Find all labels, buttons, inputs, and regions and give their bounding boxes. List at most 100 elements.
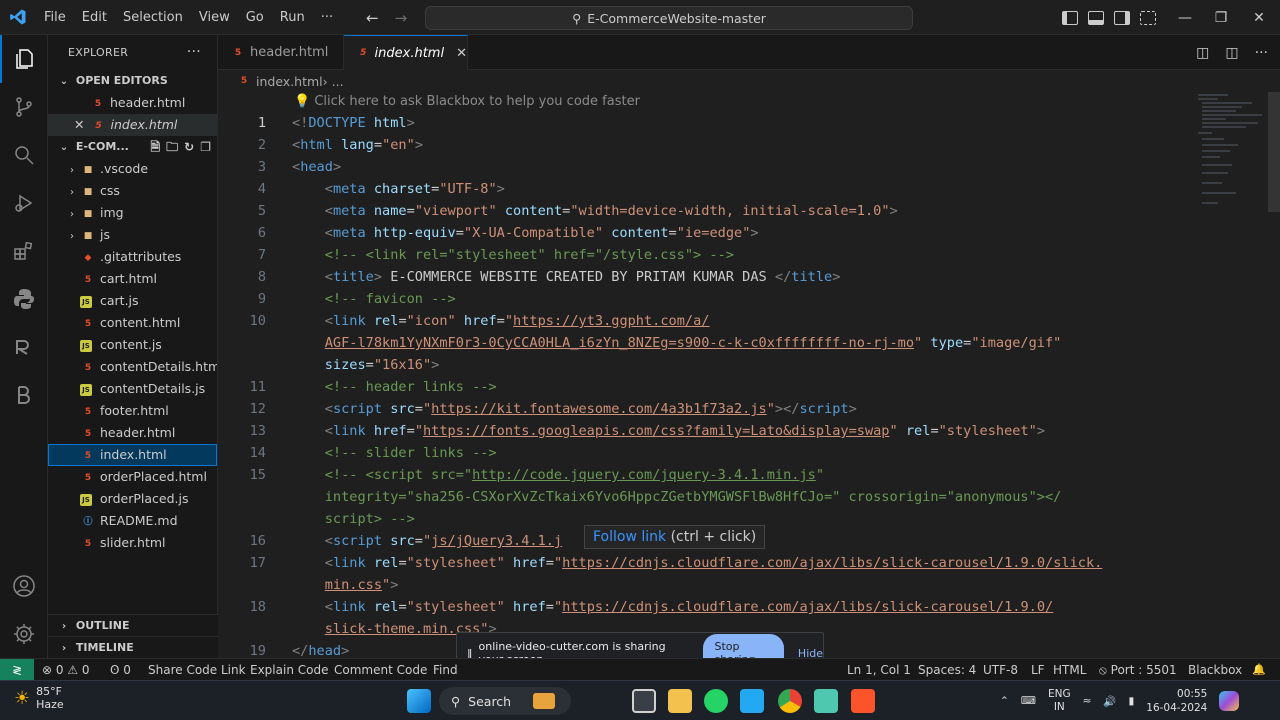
file-tree-item[interactable]: 5 slider.html bbox=[48, 532, 217, 554]
customize-layout-icon[interactable] bbox=[1140, 10, 1156, 25]
minimap[interactable] bbox=[1194, 92, 1266, 232]
file-tree-item[interactable]: JS cart.js bbox=[48, 290, 217, 312]
file-tree-item[interactable]: › ■ js bbox=[48, 224, 217, 246]
file-tree-item[interactable]: 5 orderPlaced.html bbox=[48, 466, 217, 488]
brave-browser-icon[interactable] bbox=[851, 689, 875, 713]
encoding[interactable]: UTF-8 bbox=[983, 659, 1018, 681]
taskbar-search[interactable]: ⚲ Search bbox=[439, 687, 571, 715]
file-tree-item[interactable]: JS contentDetails.js bbox=[48, 378, 217, 400]
share-code-link[interactable]: Share Code Link bbox=[148, 659, 246, 681]
run-debug-icon[interactable] bbox=[0, 179, 48, 227]
collapse-all-icon[interactable]: ❐ bbox=[200, 136, 211, 158]
scroll-thumb[interactable] bbox=[1268, 92, 1280, 212]
editor-scrollbar[interactable] bbox=[1266, 92, 1280, 658]
remote-indicator-icon[interactable]: ≷ bbox=[0, 659, 34, 681]
menu-edit[interactable]: Edit bbox=[74, 0, 115, 35]
notifications-bell-icon[interactable]: 🔔 bbox=[1252, 659, 1266, 681]
problems-indicator[interactable]: ⊗ 0 ⚠ 0 bbox=[42, 659, 90, 681]
menu-view[interactable]: View bbox=[191, 0, 238, 35]
find-button[interactable]: Find bbox=[433, 659, 458, 681]
copilot-icon[interactable] bbox=[1219, 691, 1240, 711]
task-view-icon[interactable] bbox=[632, 689, 656, 713]
indentation[interactable]: Spaces: 4 bbox=[918, 659, 976, 681]
menu-go[interactable]: Go bbox=[238, 0, 272, 35]
explorer-more-icon[interactable]: ··· bbox=[187, 35, 201, 70]
project-folder-header[interactable]: ⌄ E-COM... 🗎 🗀 ↻ ❐ bbox=[48, 136, 217, 158]
follow-link-text[interactable]: Follow link bbox=[593, 529, 666, 545]
toggle-secondary-sidebar-icon[interactable] bbox=[1114, 10, 1130, 25]
split-editor-icon[interactable]: ◫ bbox=[1225, 45, 1238, 61]
file-tree-item[interactable]: › ■ img bbox=[48, 202, 217, 224]
python-icon[interactable] bbox=[0, 275, 48, 323]
clock[interactable]: 00:55 16-04-2024 bbox=[1146, 687, 1207, 715]
back-arrow-icon[interactable]: ← bbox=[366, 9, 379, 27]
live-server-port[interactable]: ⦸ Port : 5501 bbox=[1099, 659, 1177, 681]
notepad-icon[interactable] bbox=[814, 689, 838, 713]
file-tree-item[interactable]: › ■ css bbox=[48, 180, 217, 202]
weather-widget[interactable]: ☀ 85°F Haze bbox=[14, 685, 64, 711]
outline-section-header[interactable]: › OUTLINE bbox=[48, 614, 218, 636]
file-tree-item[interactable]: 5 index.html bbox=[48, 444, 217, 466]
whatsapp-icon[interactable] bbox=[704, 689, 728, 713]
chrome-icon[interactable] bbox=[778, 689, 802, 713]
extensions-icon[interactable] bbox=[0, 227, 48, 275]
explorer-icon[interactable] bbox=[0, 35, 48, 83]
follow-link-tooltip[interactable]: Follow link (ctrl + click) bbox=[584, 525, 766, 549]
blackbox-hint[interactable]: 💡 Click here to ask Blackbox to help you… bbox=[294, 94, 640, 109]
remote-explorer-icon[interactable] bbox=[0, 323, 48, 371]
forward-arrow-icon[interactable]: → bbox=[395, 9, 408, 27]
menu-more[interactable]: ··· bbox=[313, 0, 341, 35]
close-button[interactable]: ✕ bbox=[1236, 0, 1280, 35]
open-editor-index-html[interactable]: ✕ 5 index.html bbox=[48, 114, 217, 136]
toggle-panel-icon[interactable] bbox=[1088, 10, 1104, 25]
file-tree-item[interactable]: ◆ .gitattributes bbox=[48, 246, 217, 268]
file-tree-item[interactable]: JS content.js bbox=[48, 334, 217, 356]
vscode-taskbar-icon[interactable] bbox=[740, 689, 764, 713]
menu-file[interactable]: File bbox=[36, 0, 74, 35]
file-tree-item[interactable]: 5 content.html bbox=[48, 312, 217, 334]
settings-gear-icon[interactable] bbox=[0, 610, 48, 658]
wifi-icon[interactable]: ≈ bbox=[1083, 695, 1092, 707]
menu-selection[interactable]: Selection bbox=[115, 0, 191, 35]
refresh-icon[interactable]: ↻ bbox=[184, 136, 194, 158]
tab-index-html[interactable]: 5 index.html ✕ bbox=[344, 35, 468, 70]
open-editors-header[interactable]: ⌄ OPEN EDITORS bbox=[48, 70, 217, 92]
battery-icon[interactable]: ▮ bbox=[1129, 695, 1135, 707]
ports-indicator[interactable]: ʘ 0 bbox=[110, 659, 131, 681]
more-actions-icon[interactable]: ··· bbox=[1255, 45, 1268, 61]
file-tree-item[interactable]: 5 footer.html bbox=[48, 400, 217, 422]
close-icon[interactable]: ✕ bbox=[74, 117, 84, 132]
new-file-icon[interactable]: 🗎 bbox=[151, 136, 161, 158]
menu-run[interactable]: Run bbox=[272, 0, 313, 35]
command-center-search[interactable]: ⚲ E-CommerceWebsite-master bbox=[425, 6, 913, 30]
code-editor[interactable]: 💡 Click here to ask Blackbox to help you… bbox=[218, 92, 1280, 658]
breadcrumb-file[interactable]: index.html bbox=[256, 74, 323, 89]
explain-code-button[interactable]: Explain Code bbox=[250, 659, 328, 681]
file-explorer-icon[interactable] bbox=[668, 689, 692, 713]
timeline-section-header[interactable]: › TIMELINE bbox=[48, 636, 218, 658]
blackbox-status[interactable]: Blackbox bbox=[1188, 659, 1242, 681]
accounts-icon[interactable] bbox=[0, 562, 48, 610]
cursor-position[interactable]: Ln 1, Col 1 bbox=[847, 659, 911, 681]
open-editor-header-html[interactable]: 5 header.html bbox=[48, 92, 217, 114]
file-tree-item[interactable]: › ■ .vscode bbox=[48, 158, 217, 180]
tray-chevron-up-icon[interactable]: ⌃ bbox=[1000, 695, 1009, 707]
toggle-primary-sidebar-icon[interactable] bbox=[1062, 10, 1078, 25]
tab-close-icon[interactable]: ✕ bbox=[456, 46, 467, 61]
file-tree-item[interactable]: ⓘ README.md bbox=[48, 510, 217, 532]
file-tree-item[interactable]: JS orderPlaced.js bbox=[48, 488, 217, 510]
tab-header-html[interactable]: 5 header.html bbox=[218, 35, 344, 70]
comment-code-button[interactable]: Comment Code bbox=[334, 659, 427, 681]
file-tree-item[interactable]: 5 header.html bbox=[48, 422, 217, 444]
source-control-icon[interactable] bbox=[0, 83, 48, 131]
windows-start-icon[interactable] bbox=[407, 689, 431, 713]
file-tree-item[interactable]: 5 contentDetails.html bbox=[48, 356, 217, 378]
breadcrumb-more[interactable]: › ... bbox=[323, 74, 344, 89]
file-tree-item[interactable]: 5 cart.html bbox=[48, 268, 217, 290]
language-mode[interactable]: HTML bbox=[1053, 659, 1086, 681]
open-preview-icon[interactable]: ◫ bbox=[1196, 45, 1209, 61]
new-folder-icon[interactable]: 🗀 bbox=[166, 136, 178, 158]
language-indicator[interactable]: ENG IN bbox=[1048, 688, 1071, 714]
search-sidebar-icon[interactable] bbox=[0, 131, 48, 179]
volume-icon[interactable]: 🔊 bbox=[1103, 695, 1116, 708]
